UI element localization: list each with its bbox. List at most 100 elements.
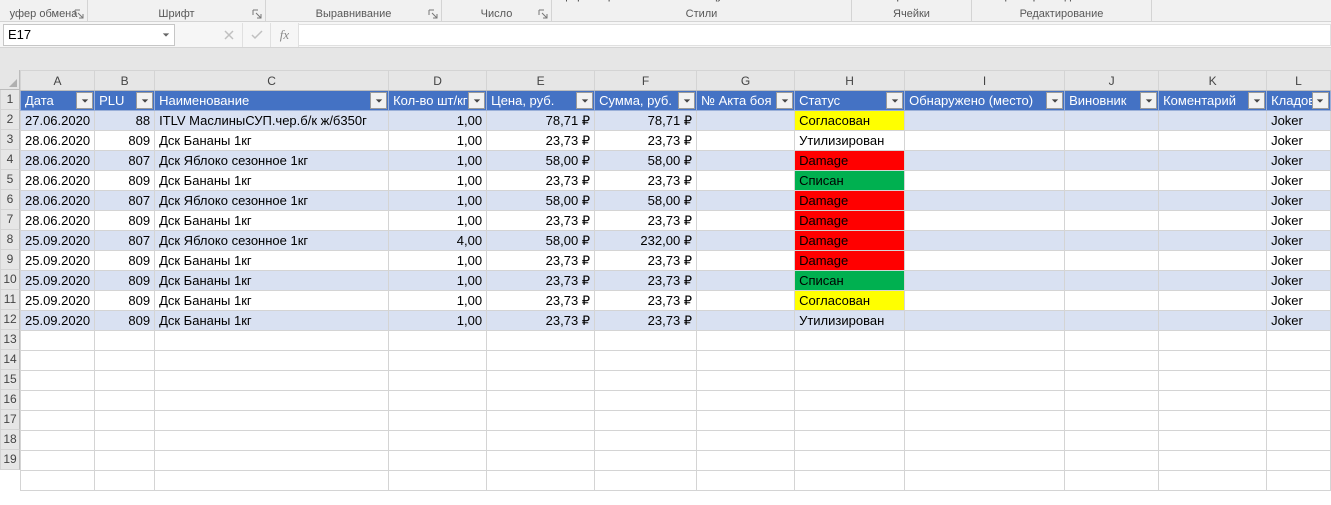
cell-price[interactable]: 23,73 ₽ (487, 311, 595, 331)
empty-cell[interactable] (95, 371, 155, 391)
empty-cell[interactable] (1065, 331, 1159, 351)
empty-cell[interactable] (905, 411, 1065, 431)
cell-sum[interactable]: 23,73 ₽ (595, 251, 697, 271)
empty-cell[interactable] (21, 431, 95, 451)
empty-cell[interactable] (1159, 371, 1267, 391)
select-all-corner[interactable] (0, 70, 20, 90)
empty-cell[interactable] (905, 451, 1065, 471)
empty-cell[interactable] (95, 411, 155, 431)
cell-klad[interactable]: Joker (1267, 231, 1331, 251)
empty-cell[interactable] (1267, 431, 1331, 451)
cell-status[interactable]: Утилизирован (795, 131, 905, 151)
cell-price[interactable]: 58,00 ₽ (487, 231, 595, 251)
empty-cell[interactable] (95, 331, 155, 351)
filter-dropdown-icon[interactable] (1248, 92, 1265, 109)
cell-act[interactable] (697, 291, 795, 311)
cell-loc[interactable] (905, 271, 1065, 291)
cell-status[interactable]: Damage (795, 251, 905, 271)
filter-dropdown-icon[interactable] (576, 92, 593, 109)
cell-sum[interactable]: 58,00 ₽ (595, 151, 697, 171)
cell-sum[interactable]: 23,73 ₽ (595, 211, 697, 231)
cell-sum[interactable]: 23,73 ₽ (595, 131, 697, 151)
empty-cell[interactable] (1065, 351, 1159, 371)
row-header-15[interactable]: 15 (0, 370, 20, 390)
cell-com[interactable] (1159, 271, 1267, 291)
cell-plu[interactable]: 807 (95, 231, 155, 251)
cell-act[interactable] (697, 191, 795, 211)
empty-cell[interactable] (487, 391, 595, 411)
empty-cell[interactable] (697, 411, 795, 431)
column-header-L[interactable]: L (1267, 71, 1331, 91)
empty-cell[interactable] (1267, 411, 1331, 431)
cell-com[interactable] (1159, 251, 1267, 271)
empty-cell[interactable] (795, 411, 905, 431)
empty-cell[interactable] (487, 471, 595, 491)
cell-act[interactable] (697, 311, 795, 331)
cell-price[interactable]: 23,73 ₽ (487, 211, 595, 231)
row-header-19[interactable]: 19 (0, 450, 20, 470)
cell-price[interactable]: 23,73 ₽ (487, 271, 595, 291)
row-header-13[interactable]: 13 (0, 330, 20, 350)
empty-cell[interactable] (487, 331, 595, 351)
cell-plu[interactable]: 809 (95, 211, 155, 231)
empty-cell[interactable] (1159, 451, 1267, 471)
cell-qty[interactable]: 1,00 (389, 191, 487, 211)
empty-cell[interactable] (487, 351, 595, 371)
cell-klad[interactable]: Joker (1267, 131, 1331, 151)
cell-name[interactable]: Дск Бананы 1кг (155, 291, 389, 311)
cell-vin[interactable] (1065, 271, 1159, 291)
filter-dropdown-icon[interactable] (1140, 92, 1157, 109)
table-header-4[interactable]: Цена, руб. (487, 91, 595, 111)
row-header-4[interactable]: 4 (0, 150, 20, 170)
cell-com[interactable] (1159, 131, 1267, 151)
cell-com[interactable] (1159, 211, 1267, 231)
cell-price[interactable]: 58,00 ₽ (487, 191, 595, 211)
cell-act[interactable] (697, 171, 795, 191)
ribbon-item[interactable]: Формат (882, 0, 929, 2)
empty-cell[interactable] (95, 451, 155, 471)
cell-status[interactable]: Damage (795, 191, 905, 211)
cell-date[interactable]: 25.09.2020 (21, 311, 95, 331)
cell-name[interactable]: Дск Бананы 1кг (155, 171, 389, 191)
row-header-18[interactable]: 18 (0, 430, 20, 450)
cell-klad[interactable]: Joker (1267, 111, 1331, 131)
empty-cell[interactable] (905, 391, 1065, 411)
table-header-3[interactable]: Кол-во шт/кг (389, 91, 487, 111)
column-header-I[interactable]: I (905, 71, 1065, 91)
cell-qty[interactable]: 4,00 (389, 231, 487, 251)
empty-cell[interactable] (595, 371, 697, 391)
cell-act[interactable] (697, 151, 795, 171)
empty-cell[interactable] (905, 331, 1065, 351)
cell-price[interactable]: 23,73 ₽ (487, 291, 595, 311)
empty-cell[interactable] (697, 331, 795, 351)
table-header-9[interactable]: Виновник (1065, 91, 1159, 111)
table-header-10[interactable]: Коментарий (1159, 91, 1267, 111)
cell-qty[interactable]: 1,00 (389, 211, 487, 231)
filter-dropdown-icon[interactable] (370, 92, 387, 109)
cell-plu[interactable]: 88 (95, 111, 155, 131)
cell-name[interactable]: Дск Бананы 1кг (155, 311, 389, 331)
cell-date[interactable]: 28.06.2020 (21, 211, 95, 231)
cell-vin[interactable] (1065, 231, 1159, 251)
empty-cell[interactable] (155, 431, 389, 451)
empty-cell[interactable] (21, 331, 95, 351)
empty-cell[interactable] (487, 451, 595, 471)
empty-cell[interactable] (389, 471, 487, 491)
empty-cell[interactable] (795, 371, 905, 391)
empty-cell[interactable] (697, 351, 795, 371)
filter-dropdown-icon[interactable] (468, 92, 485, 109)
cell-act[interactable] (697, 271, 795, 291)
name-box-dropdown-icon[interactable] (162, 27, 170, 42)
formula-cancel-button[interactable] (215, 23, 243, 47)
cell-act[interactable] (697, 231, 795, 251)
empty-cell[interactable] (1159, 471, 1267, 491)
cell-vin[interactable] (1065, 291, 1159, 311)
name-box-input[interactable] (8, 27, 162, 42)
cell-klad[interactable]: Joker (1267, 251, 1331, 271)
dialog-launcher-icon[interactable] (73, 8, 85, 20)
empty-cell[interactable] (389, 451, 487, 471)
cell-com[interactable] (1159, 291, 1267, 311)
empty-cell[interactable] (1267, 391, 1331, 411)
cell-status[interactable]: Damage (795, 151, 905, 171)
cell-price[interactable]: 23,73 ₽ (487, 131, 595, 151)
